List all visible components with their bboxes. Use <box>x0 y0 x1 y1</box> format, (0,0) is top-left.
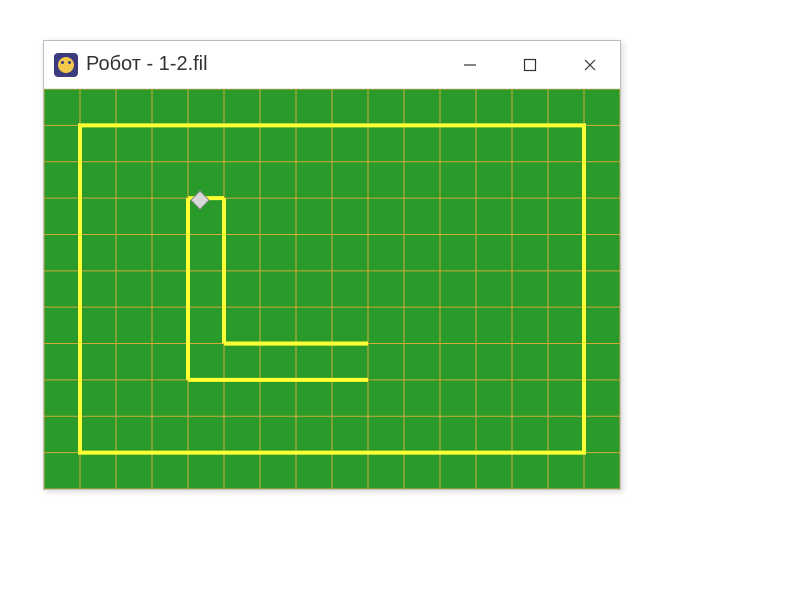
close-icon <box>583 58 597 72</box>
window-title: Робот - 1-2.fil <box>86 53 208 76</box>
close-button[interactable] <box>560 41 620 88</box>
minimize-button[interactable] <box>440 41 500 88</box>
robot-marker <box>191 191 209 209</box>
minimize-icon <box>463 58 477 72</box>
maximize-icon <box>523 58 537 72</box>
maximize-button[interactable] <box>500 41 560 88</box>
window-controls <box>440 41 620 88</box>
field-canvas <box>44 89 620 489</box>
robot-field[interactable] <box>44 89 620 489</box>
app-window: Робот - 1-2.fil <box>43 40 621 490</box>
robot-app-icon <box>54 53 78 77</box>
titlebar[interactable]: Робот - 1-2.fil <box>44 41 620 89</box>
